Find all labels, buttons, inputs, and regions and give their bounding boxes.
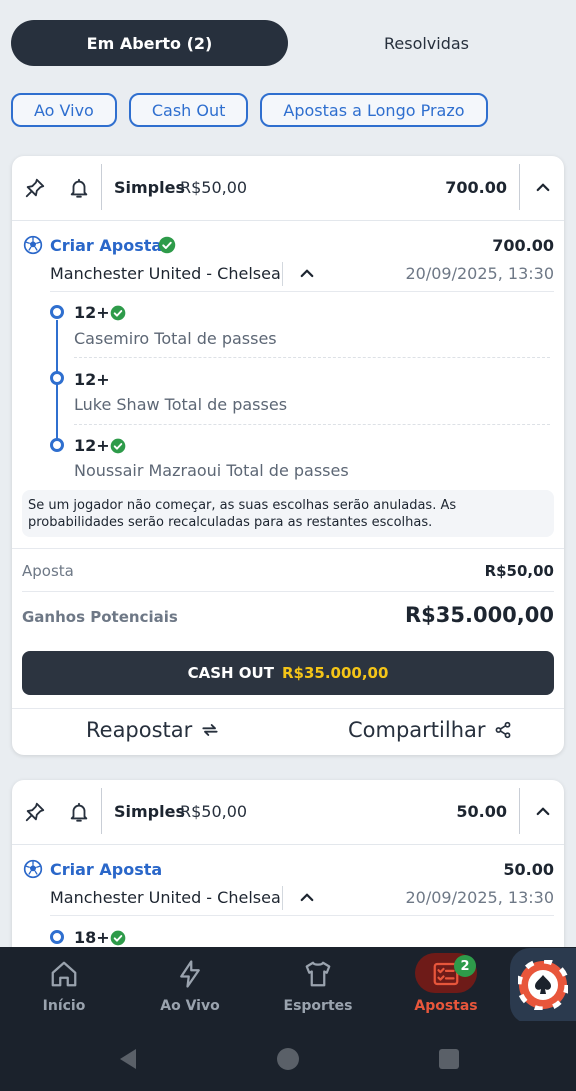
divider [101, 788, 102, 834]
divider [74, 424, 550, 425]
nav-label: Início [42, 998, 86, 1014]
match-name[interactable]: Manchester United - Chelsea [50, 888, 281, 907]
leg-marker [50, 930, 64, 944]
nav-sports[interactable]: Esportes [268, 947, 368, 1021]
bet-card: Simples R$50,00 700.00 Criar Aposta 700.… [12, 156, 564, 755]
event-odds: 50.00 [503, 860, 554, 879]
repeat-icon [202, 724, 218, 736]
leg-marker [50, 305, 64, 319]
bet-card-header: Simples R$50,00 700.00 [12, 156, 564, 221]
bet-type: Simples [114, 802, 185, 821]
bell-icon[interactable] [68, 800, 90, 824]
match-name[interactable]: Manchester United - Chelsea [50, 264, 281, 283]
home-circle-icon[interactable] [276, 1047, 300, 1071]
stake-label: Aposta [22, 562, 74, 580]
soccer-ball-icon [23, 859, 43, 879]
check-circle-icon [110, 930, 126, 946]
divider [12, 548, 564, 549]
leg-description: Luke Shaw Total de passes [74, 395, 288, 414]
chevron-up-icon[interactable] [298, 264, 316, 282]
nav-label: Esportes [283, 998, 353, 1014]
bet-status-tabs: Em Aberto (2) Resolvidas [11, 20, 565, 66]
match-datetime: 20/09/2025, 13:30 [405, 264, 555, 283]
bet-card-header: Simples R$50,00 50.00 [12, 780, 564, 845]
share-button[interactable]: Compartilhar [348, 718, 512, 742]
bet-stake: R$50,00 [180, 802, 248, 821]
nav-home[interactable]: Início [14, 947, 114, 1021]
rebet-button[interactable]: Reapostar [86, 718, 220, 742]
share-icon [495, 721, 510, 739]
pin-icon[interactable] [24, 177, 46, 199]
info-note: Se um jogador não começar, as suas escol… [22, 490, 554, 537]
leg-value: 12+ [74, 436, 110, 455]
chevron-up-icon[interactable] [534, 802, 552, 820]
event-name[interactable]: Criar Aposta [50, 236, 162, 255]
leg-value: 12+ [74, 370, 110, 389]
nav-bets[interactable]: Apostas [396, 947, 496, 1021]
bottom-nav: Início Ao Vivo Esportes Apostas [0, 947, 576, 1021]
check-circle-icon [110, 305, 126, 321]
bet-total-odds: 700.00 [445, 178, 507, 197]
filter-live[interactable]: Ao Vivo [11, 93, 117, 127]
nav-live[interactable]: Ao Vivo [140, 947, 240, 1021]
home-icon [51, 961, 77, 987]
divider [22, 591, 554, 592]
pin-icon[interactable] [24, 801, 46, 823]
divider [519, 164, 520, 210]
back-icon[interactable] [116, 1047, 140, 1071]
leg-value: 12+ [74, 303, 110, 322]
bell-icon[interactable] [68, 176, 90, 200]
bet-stake: R$50,00 [180, 178, 248, 197]
nav-label: Ao Vivo [160, 998, 220, 1014]
cash-out-label: CASH OUT [187, 664, 274, 682]
leg-value: 18+ [74, 928, 110, 947]
bet-card: Simples R$50,00 50.00 Criar Aposta 50.00… [12, 780, 564, 960]
leg-marker [50, 438, 64, 452]
lightning-icon [180, 960, 200, 988]
divider [12, 708, 564, 709]
bet-type: Simples [114, 178, 185, 197]
check-circle-icon [158, 236, 176, 254]
check-circle-icon [110, 438, 126, 454]
match-datetime: 20/09/2025, 13:30 [405, 888, 555, 907]
notification-badge: 2 [454, 955, 476, 977]
recents-icon[interactable] [438, 1048, 460, 1070]
filter-long-term[interactable]: Apostas a Longo Prazo [260, 93, 488, 127]
divider [50, 915, 554, 916]
share-label: Compartilhar [348, 718, 486, 742]
divider [101, 164, 102, 210]
divider [74, 357, 550, 358]
chevron-up-icon[interactable] [298, 888, 316, 906]
divider [282, 262, 283, 286]
potential-winnings-value: R$35.000,00 [404, 603, 554, 627]
cash-out-value: R$35.000,00 [281, 664, 389, 682]
stake-value: R$50,00 [484, 562, 554, 580]
casino-button[interactable] [510, 948, 576, 1024]
leg-marker [50, 371, 64, 385]
tab-open-bets[interactable]: Em Aberto (2) [11, 20, 288, 66]
system-nav-bar [0, 1021, 576, 1091]
tab-settled-bets[interactable]: Resolvidas [288, 20, 565, 66]
event-odds: 700.00 [492, 236, 554, 255]
poker-chip-icon [518, 960, 568, 1010]
event-name[interactable]: Criar Aposta [50, 860, 162, 879]
divider [50, 291, 554, 292]
filter-chips: Ao Vivo Cash Out Apostas a Longo Prazo [11, 93, 488, 127]
divider [282, 886, 283, 910]
jersey-icon [305, 961, 331, 987]
soccer-ball-icon [23, 235, 43, 255]
nav-label: Apostas [414, 998, 478, 1014]
leg-description: Casemiro Total de passes [74, 329, 277, 348]
potential-winnings-label: Ganhos Potenciais [22, 608, 178, 626]
rebet-label: Reapostar [86, 718, 193, 742]
cash-out-button[interactable]: CASH OUT R$35.000,00 [22, 651, 554, 695]
leg-description: Noussair Mazraoui Total de passes [74, 461, 349, 480]
filter-cash-out[interactable]: Cash Out [128, 93, 249, 127]
bet-total-odds: 50.00 [456, 802, 507, 821]
divider [519, 788, 520, 834]
chevron-up-icon[interactable] [534, 178, 552, 196]
